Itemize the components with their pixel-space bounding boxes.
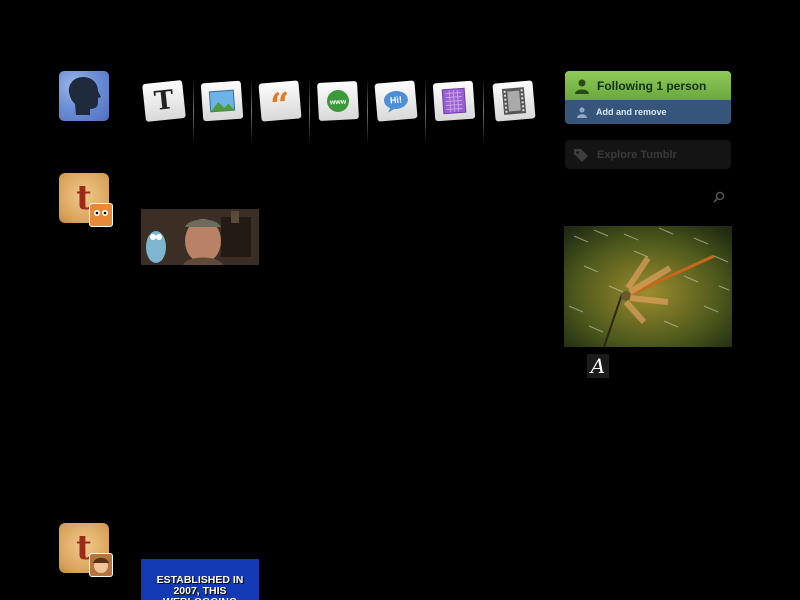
film-icon: [492, 80, 536, 122]
dragonfly-photo[interactable]: [564, 226, 732, 347]
following-button[interactable]: Following 1 person: [565, 71, 731, 100]
post-type-toolbar: T “ www Hi!: [135, 72, 547, 148]
add-remove-label: Add and remove: [596, 107, 667, 117]
photo-icon: [200, 80, 244, 122]
post-avatar[interactable]: t: [59, 523, 113, 577]
photo-post-image[interactable]: ESTABLISHED IN 2007, THIS WEBLOGGING: [141, 559, 259, 600]
audio-post-button[interactable]: [425, 72, 483, 148]
person-icon: [575, 79, 589, 94]
video-post-button[interactable]: [485, 72, 543, 148]
reblog-avatar[interactable]: [89, 203, 113, 227]
photo-post-caption: ESTABLISHED IN 2007, THIS WEBLOGGING: [156, 574, 244, 600]
search-icon[interactable]: [713, 190, 725, 208]
explore-label: Explore Tumblr: [597, 148, 677, 161]
quote-post-button[interactable]: “: [251, 72, 309, 148]
chat-icon: Hi!: [374, 80, 418, 122]
audio-icon: [432, 80, 476, 122]
post-avatar[interactable]: t: [59, 173, 113, 227]
link-post-button[interactable]: www: [309, 72, 367, 148]
user-silhouette-icon: [68, 77, 101, 115]
svg-text:Hi!: Hi!: [389, 94, 402, 105]
person-small-icon: [577, 107, 587, 118]
quote-icon: “: [258, 80, 302, 127]
letter-badge[interactable]: A: [587, 354, 609, 378]
text-icon: T: [142, 80, 186, 122]
tag-icon: [574, 148, 588, 162]
text-post-button[interactable]: T: [135, 72, 193, 148]
letter-mark: A: [590, 354, 606, 378]
add-remove-button[interactable]: Add and remove: [565, 100, 731, 124]
svg-text:www: www: [329, 99, 347, 107]
chat-post-button[interactable]: Hi!: [367, 72, 425, 148]
photo-post-button[interactable]: [193, 72, 251, 148]
video-thumbnail[interactable]: [141, 209, 259, 265]
reblog-avatar[interactable]: [89, 553, 113, 577]
link-icon: www: [317, 80, 359, 122]
explore-tumblr-button[interactable]: Explore Tumblr: [565, 140, 731, 169]
following-label: Following 1 person: [597, 78, 707, 93]
user-avatar[interactable]: [59, 71, 109, 121]
